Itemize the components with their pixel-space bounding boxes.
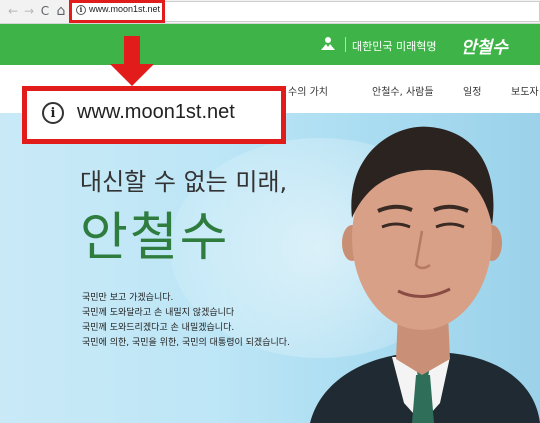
hero-promise-2: 국민께 도와달라고 손 내밀지 않겠습니다 bbox=[82, 308, 235, 318]
home-icon[interactable]: ⌂ bbox=[54, 4, 68, 18]
menu-item-schedule[interactable]: 일정 bbox=[463, 83, 481, 98]
menu-item-value[interactable]: 수의 가치 bbox=[288, 83, 328, 98]
site-header bbox=[0, 24, 540, 65]
menu-item-press[interactable]: 보도자 bbox=[511, 83, 539, 98]
hero-promise-3: 국민께 도와드리겠다고 손 내밀겠습니다. bbox=[82, 323, 235, 333]
callout-url-text: www.moon1st.net bbox=[77, 101, 235, 123]
callout-arrow-icon bbox=[110, 64, 154, 86]
forward-icon[interactable]: → bbox=[22, 4, 36, 18]
hero-promise-1: 국민만 보고 가겠습니다. bbox=[82, 293, 174, 303]
header-slogan: 대한민국 미래혁명 bbox=[352, 40, 437, 53]
callout-info-icon: i bbox=[42, 102, 64, 124]
reload-icon[interactable]: C bbox=[38, 4, 52, 18]
url-highlight-box bbox=[69, 0, 165, 23]
hero-candidate-name: 안철수 bbox=[80, 208, 230, 268]
hero-promise-4: 국민에 의한, 국민을 위한, 국민의 대통령이 되겠습니다. bbox=[82, 338, 290, 348]
header-divider bbox=[345, 37, 346, 52]
candidate-photo bbox=[310, 126, 540, 423]
party-emblem-icon bbox=[321, 37, 335, 50]
back-icon[interactable]: ← bbox=[6, 4, 20, 18]
callout-arrow-shaft bbox=[124, 36, 140, 66]
menu-item-people[interactable]: 안철수, 사람들 bbox=[372, 83, 434, 98]
hero-headline: 대신할 수 없는 미래, bbox=[80, 168, 288, 196]
brand-logo[interactable]: 안철수 bbox=[461, 33, 508, 58]
